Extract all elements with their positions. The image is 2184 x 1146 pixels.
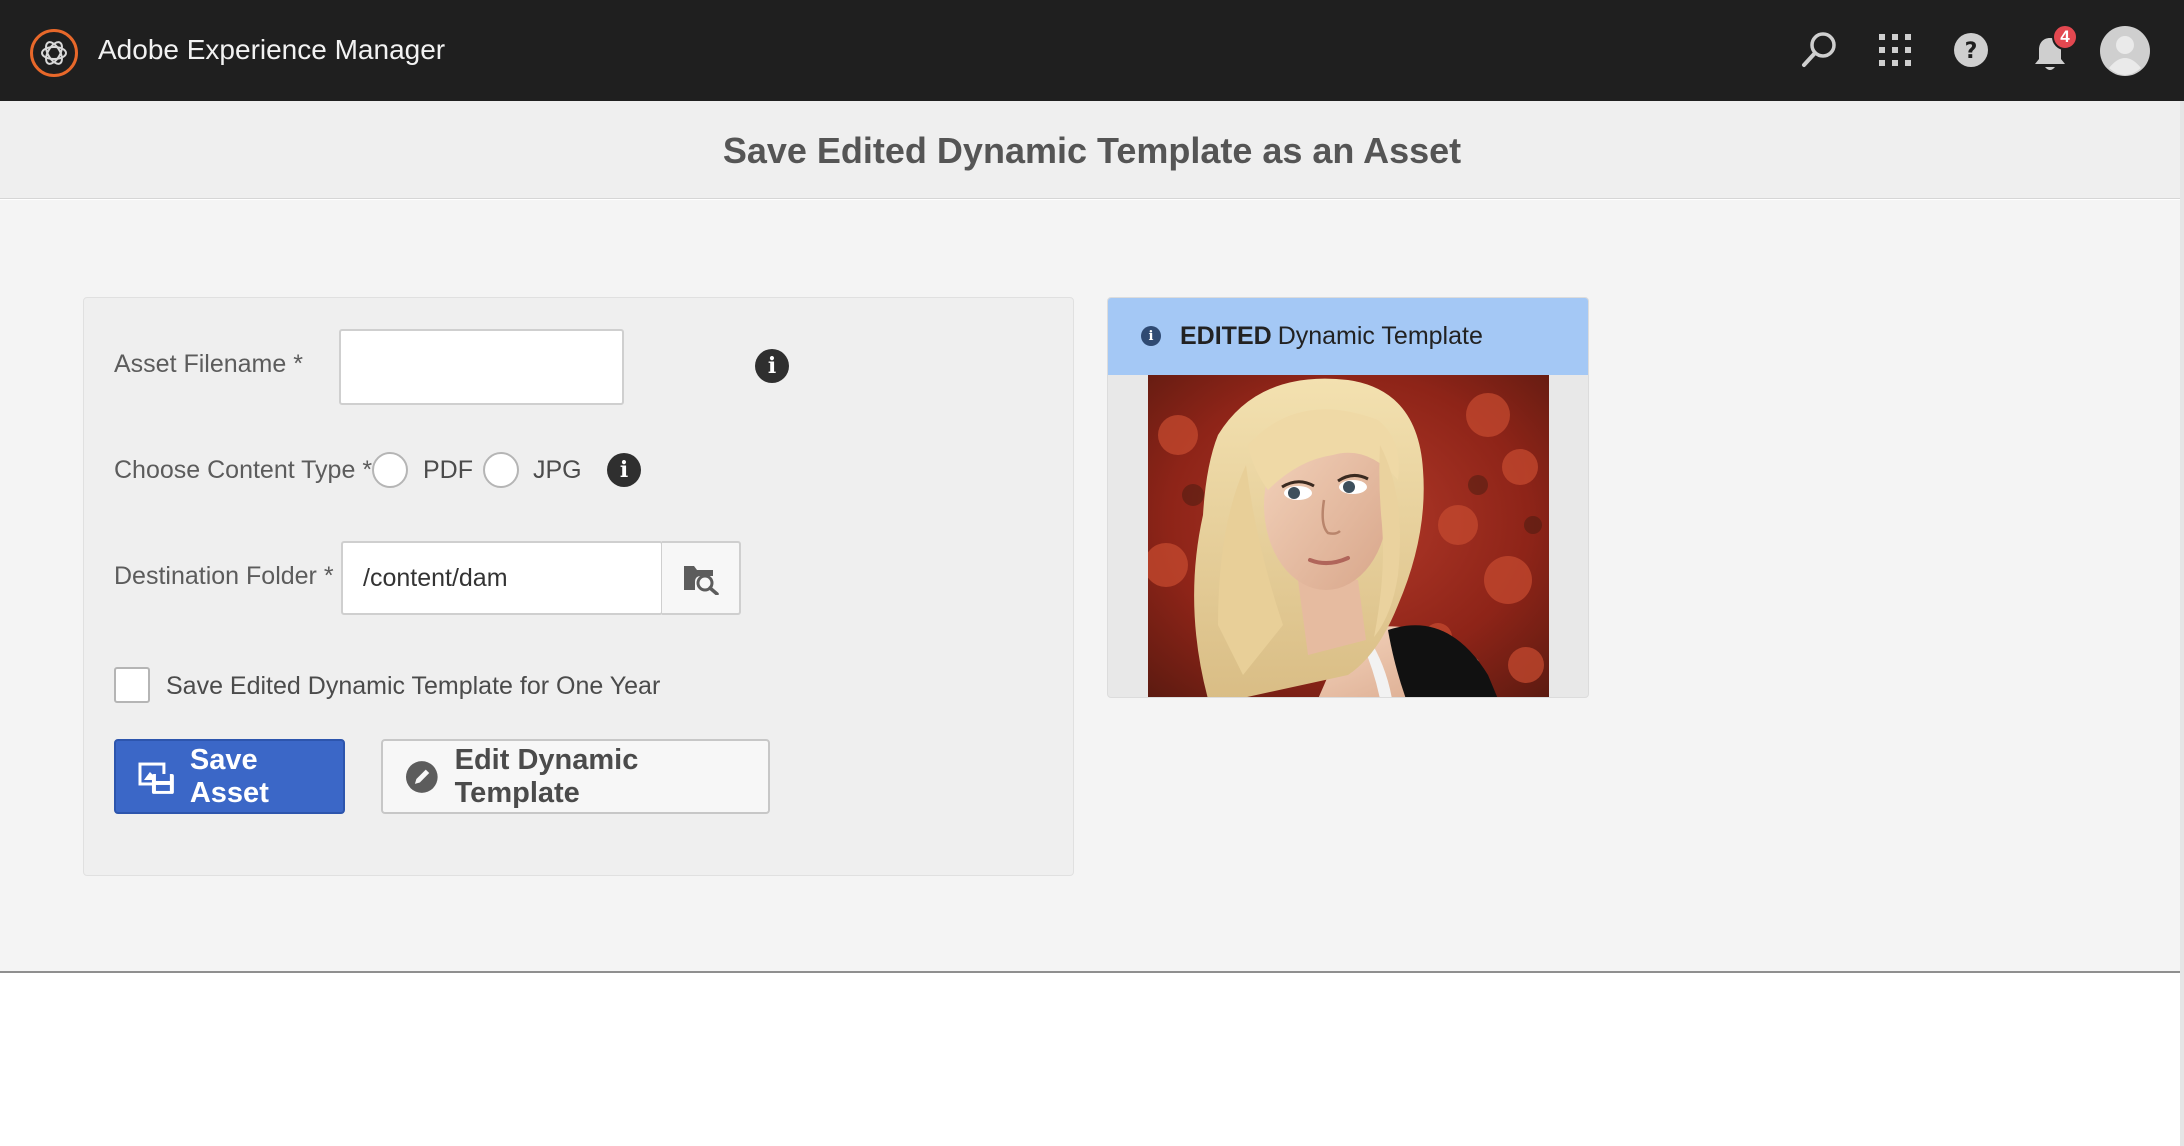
save-one-year-label[interactable]: Save Edited Dynamic Template for One Yea… [166,671,660,701]
top-bar: Adobe Experience Manager ? 4 [0,0,2184,101]
pdf-radio[interactable] [372,452,408,488]
search-icon[interactable] [1794,24,1844,76]
save-asset-button-label: Save Asset [189,743,269,809]
preview-title: Dynamic Template [1277,322,1483,350]
content-type-info-icon[interactable]: i [607,453,641,487]
app-title[interactable]: Adobe Experience Manager [98,32,445,68]
help-icon[interactable]: ? [1946,24,1996,76]
pdf-radio-label[interactable]: PDF [423,455,473,485]
content-area: Asset Filename * i Choose Content Type *… [0,200,2184,973]
preview-info-icon: i [1141,326,1161,346]
template-preview-card: i EDITED Dynamic Template [1107,297,1589,698]
preview-header: i EDITED Dynamic Template [1108,298,1588,375]
content-type-label: Choose Content Type * [114,456,373,484]
jpg-radio[interactable] [483,452,519,488]
apps-grid-icon[interactable] [1870,24,1920,76]
folder-search-icon [683,566,719,595]
destination-folder-label: Destination Folder * [114,562,334,590]
experience-manager-logo-icon[interactable] [29,28,79,78]
user-avatar-icon[interactable] [2100,25,2150,77]
destination-folder-input[interactable] [341,541,663,615]
notification-count-badge: 4 [2052,24,2078,50]
save-one-year-checkbox[interactable] [114,667,150,703]
edited-badge: EDITED [1180,322,1272,350]
asset-filename-input[interactable] [339,329,624,405]
save-asset-button[interactable]: Save Asset [114,739,345,814]
jpg-radio-label[interactable]: JPG [533,455,582,485]
edit-dynamic-template-button[interactable]: Edit Dynamic Template [381,739,770,814]
save-asset-icon [138,762,174,794]
pencil-icon [405,760,438,793]
template-preview-image [1148,375,1549,697]
asset-filename-label: Asset Filename * [114,350,303,378]
page-title: Save Edited Dynamic Template as an Asset [722,130,1462,171]
page-scrollbar[interactable] [2180,101,2184,1146]
save-asset-form: Asset Filename * i Choose Content Type *… [83,297,1074,876]
svg-text:?: ? [1965,39,1978,64]
browse-folder-button[interactable] [662,541,741,615]
preview-header-text: EDITED Dynamic Template [1180,321,1483,351]
edit-dynamic-template-button-label: Edit Dynamic Template [454,743,639,809]
filename-info-icon[interactable]: i [755,349,789,383]
notifications-bell-icon[interactable]: 4 [2022,24,2078,76]
page-title-bar: Save Edited Dynamic Template as an Asset [0,101,2184,199]
